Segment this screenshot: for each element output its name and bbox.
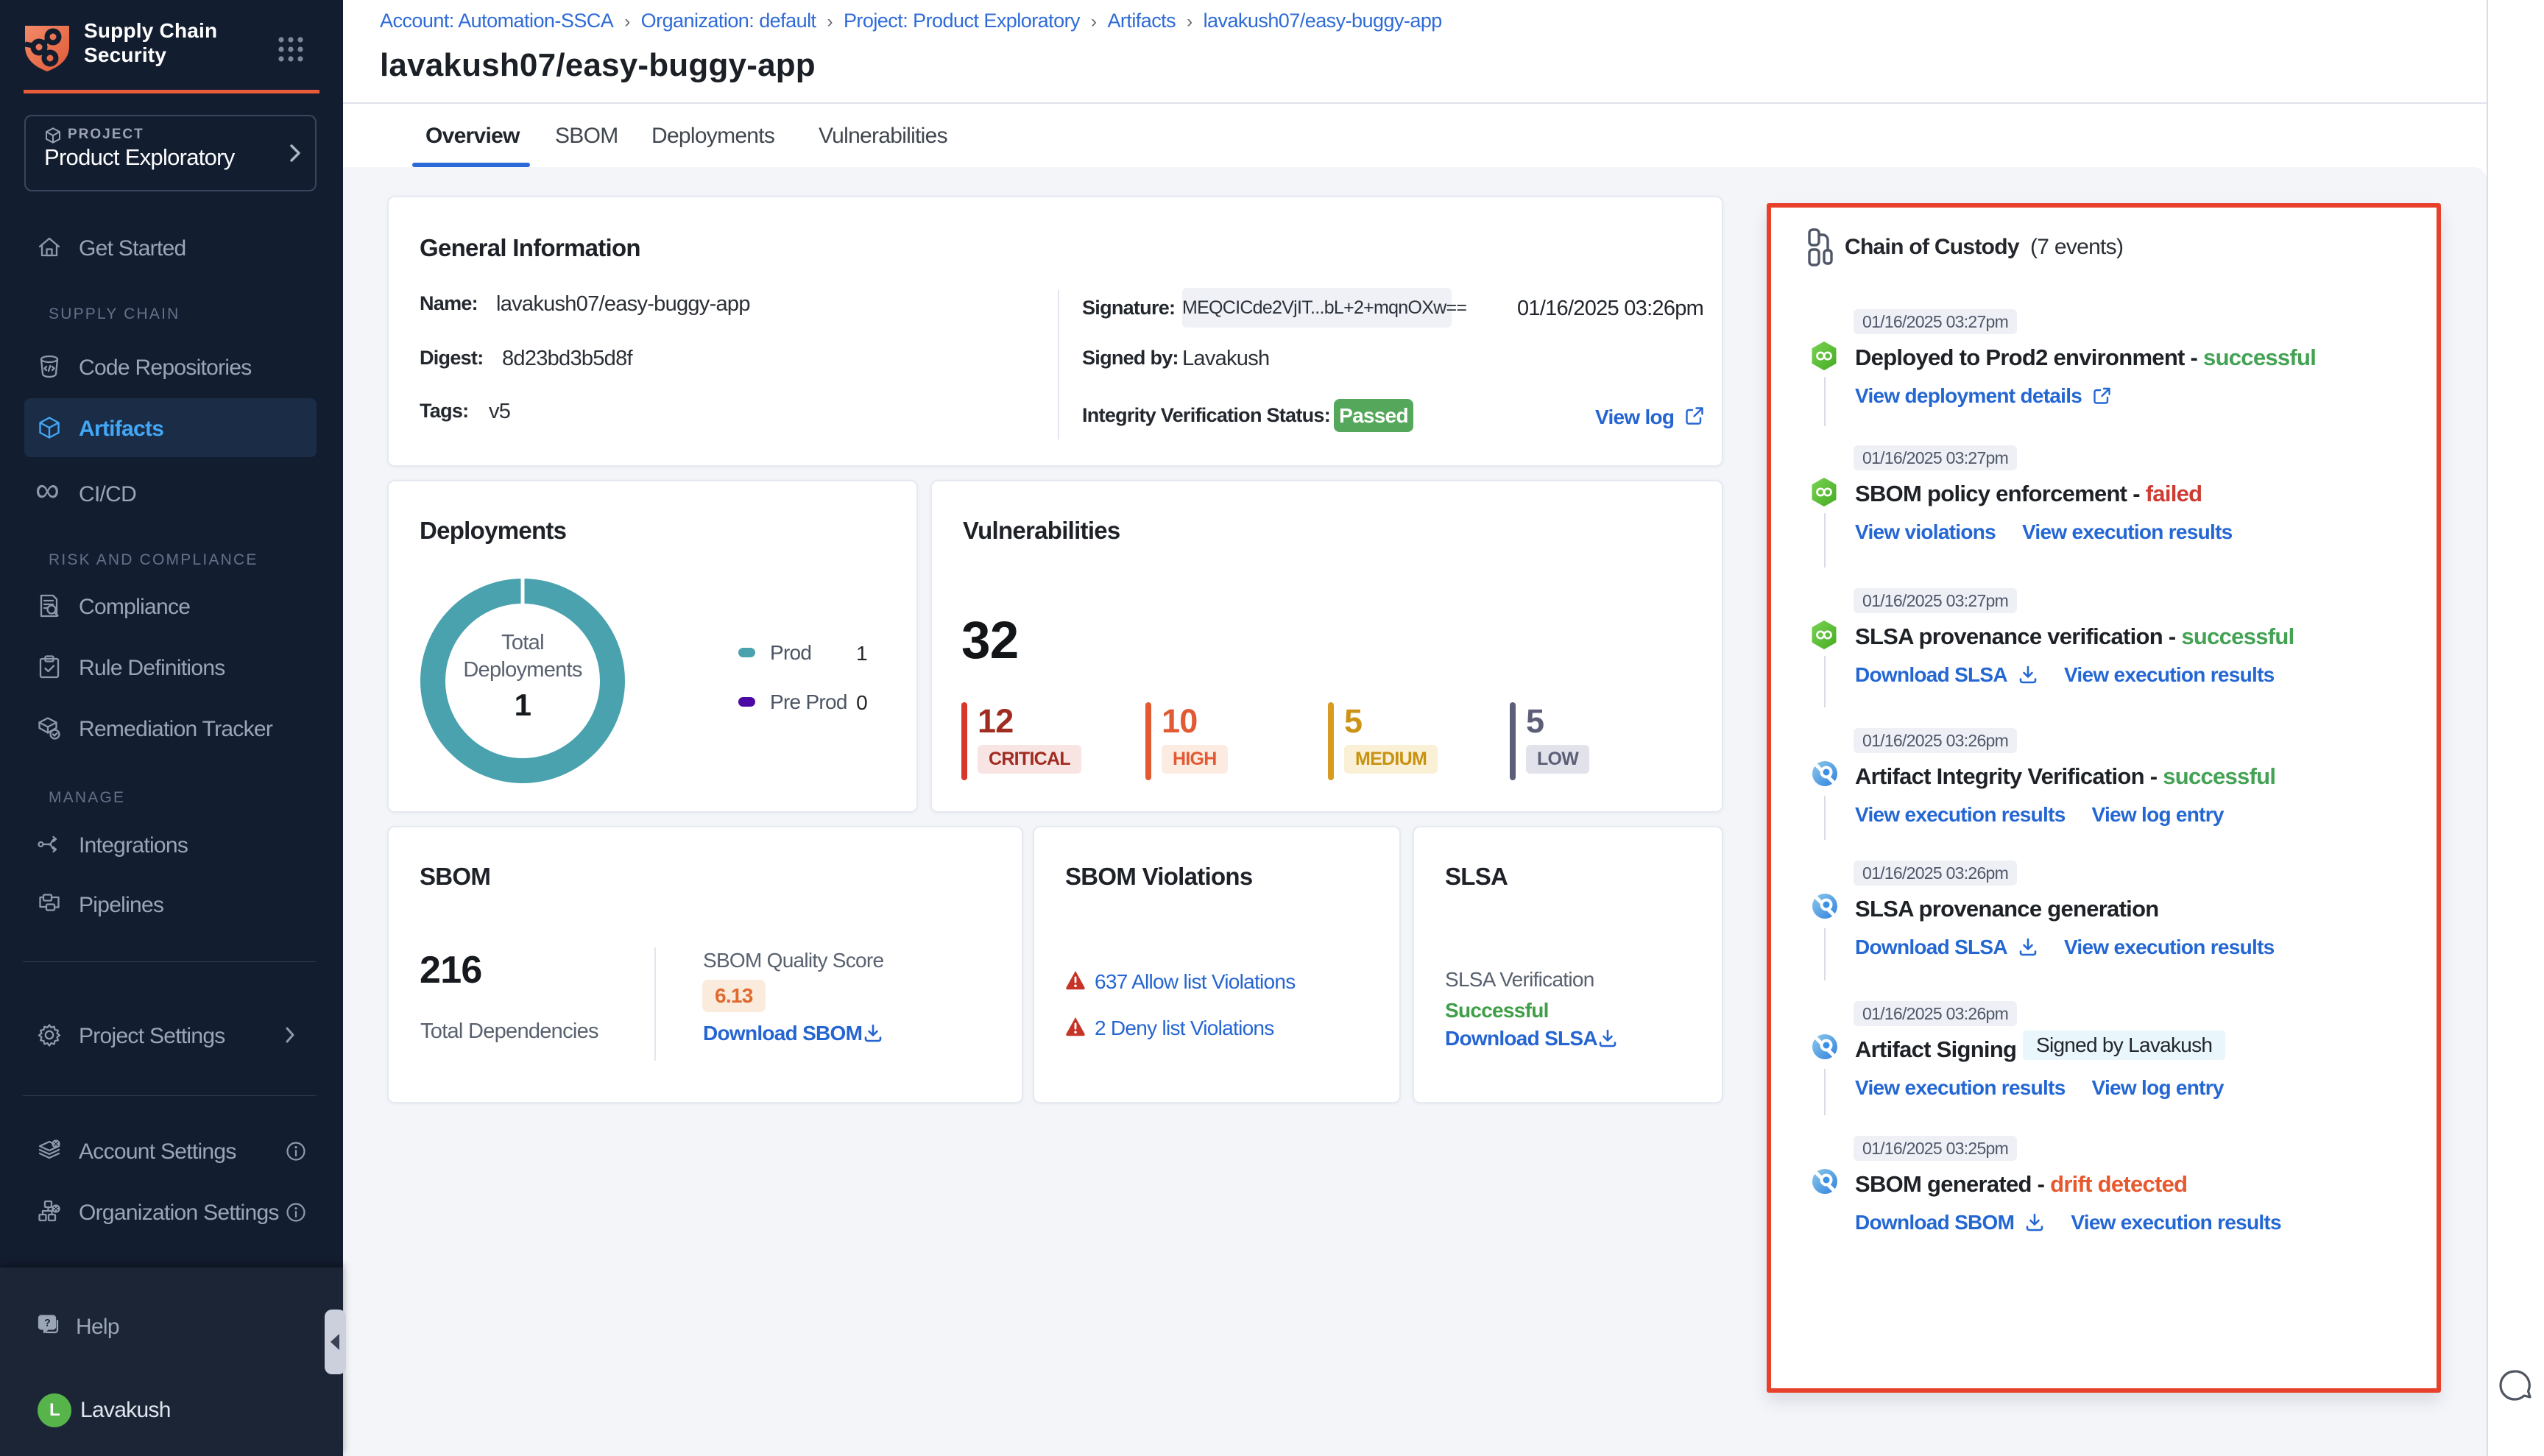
svg-text:?: ? [44, 1317, 50, 1329]
